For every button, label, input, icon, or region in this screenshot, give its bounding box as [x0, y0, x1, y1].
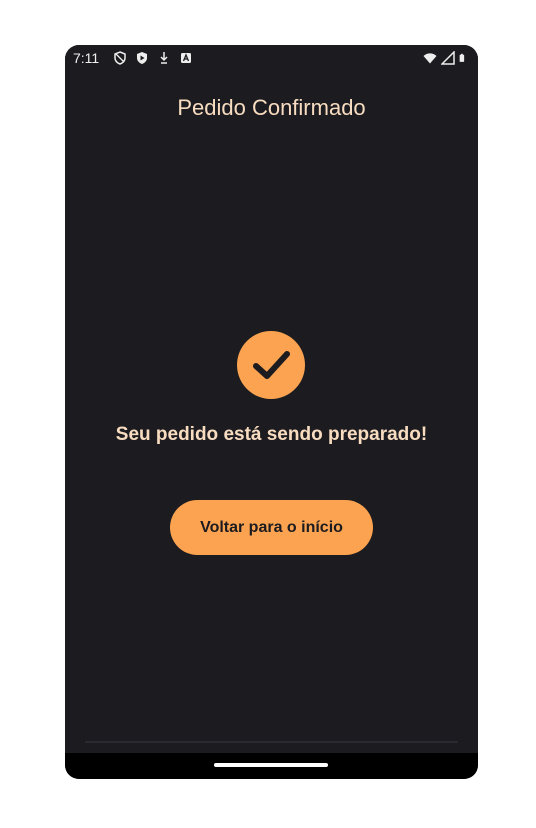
- confirmation-content: Seu pedido está sendo preparado! Voltar …: [65, 119, 478, 753]
- app-bar: Pedido Confirmado: [65, 71, 478, 120]
- page-title: Pedido Confirmado: [177, 95, 366, 120]
- battery-icon: [459, 53, 465, 62]
- download-icon: [160, 52, 168, 64]
- home-indicator[interactable]: [214, 763, 328, 767]
- wifi-icon: [423, 53, 437, 64]
- play-protect-icon: [137, 52, 147, 64]
- status-icons-right: [423, 51, 468, 65]
- confirmation-message: Seu pedido está sendo preparado!: [115, 424, 428, 445]
- vpn-shield-icon: [114, 51, 126, 65]
- check-circle-icon: [237, 331, 305, 399]
- back-to-home-button[interactable]: Voltar para o início: [170, 500, 373, 555]
- bottom-divider: [85, 741, 458, 743]
- status-bar: 7:11: [65, 45, 478, 71]
- status-time: 7:11: [73, 50, 100, 66]
- a-notification-icon: [181, 53, 191, 63]
- phone-screen: 7:11 Pedido Confirmado Seu pedido está s…: [65, 45, 478, 779]
- signal-icon: [441, 51, 455, 65]
- status-icons-left: [113, 51, 193, 65]
- checkmark-icon: [253, 351, 290, 379]
- navigation-bar: [65, 753, 478, 779]
